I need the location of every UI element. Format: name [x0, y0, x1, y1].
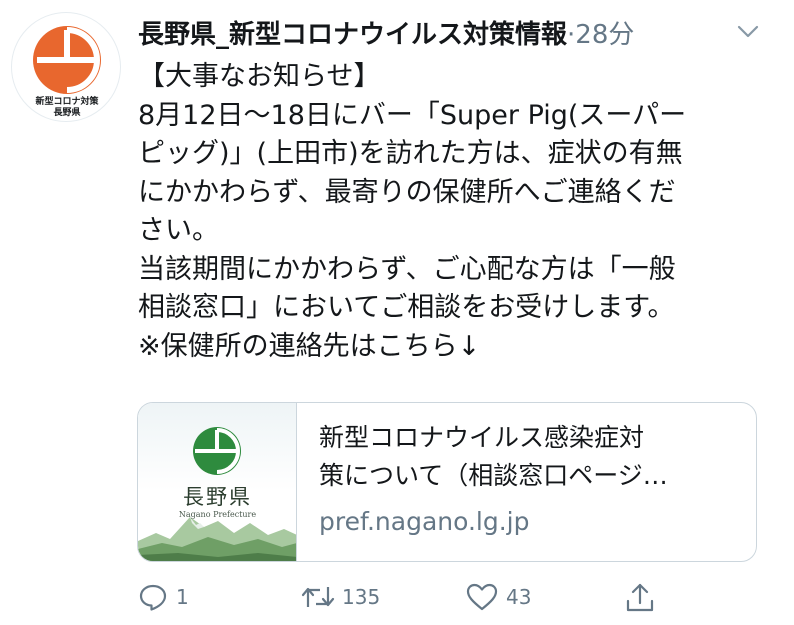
tweet-text-line: 【大事なお知らせ】 [138, 61, 381, 92]
like-button[interactable]: 43 [466, 580, 546, 616]
link-card-title-line: 策について（相談窓口ページ… [319, 461, 668, 490]
nagano-logo-icon [193, 427, 241, 475]
tweet-text-line: 相談窓口」においてご相談をお受けします。 [138, 292, 675, 323]
tweet-text-line: 8月12日〜18日にバー「Super Pig(スーパー [138, 99, 687, 131]
timestamp[interactable]: 28分 [575, 20, 634, 50]
retweet-icon [301, 587, 335, 607]
retweet-button[interactable]: 135 [300, 580, 400, 616]
author-name[interactable]: 長野県_新型コロナウイルス対策情報 [138, 20, 567, 50]
reply-button[interactable]: 1 [138, 580, 218, 616]
link-card-domain: pref.nagano.lg.jp [319, 507, 530, 536]
like-count: 43 [506, 585, 532, 609]
tweet-header: 長野県_新型コロナウイルス対策情報·28分 [138, 14, 634, 54]
avatar[interactable]: 新型コロナ対策 長野県 [11, 12, 121, 122]
link-card-title-line: 新型コロナウイルス感染症対 [319, 423, 645, 452]
share-button[interactable] [625, 580, 665, 616]
link-card[interactable]: 長野県 Nagano Prefecture 新型コロナウイルス感染症対 策につい… [137, 402, 757, 562]
avatar-caption: 新型コロナ対策 [35, 97, 99, 107]
thumbnail-subtitle: Nagano Prefecture [178, 510, 257, 519]
avatar-caption-prefecture: 長野県 [53, 108, 81, 118]
tweet-text-line: 当該期間にかかわらず、ご心配な方は「一般 [138, 253, 676, 285]
tweet-text-line: にかかわらず、最寄りの保健所へご連絡くだ [138, 176, 676, 208]
link-card-thumbnail: 長野県 Nagano Prefecture [138, 403, 297, 561]
tweet: 新型コロナ対策 長野県 長野県_新型コロナウイルス対策情報·28分 【大事なお知… [0, 0, 794, 625]
retweet-count: 135 [342, 585, 381, 609]
tweet-actions: 1 135 43 [138, 580, 758, 620]
chevron-down-icon[interactable] [736, 22, 760, 42]
tweet-text-line: さい。 [138, 215, 219, 246]
link-card-title: 新型コロナウイルス感染症対 策について（相談窓口ページ… [319, 419, 739, 495]
tweet-text: 【大事なお知らせ】 8月12日〜18日にバー「Super Pig(スーパー ピッ… [138, 58, 758, 366]
thumbnail-title: 長野県 [183, 485, 252, 509]
tweet-text-line: ピッグ)」(上田市)を訪れた方は、症状の有無 [138, 138, 683, 169]
prefecture-logo-icon [33, 26, 101, 94]
reply-icon [139, 584, 167, 611]
share-icon [626, 583, 654, 612]
reply-count: 1 [176, 585, 189, 609]
heart-icon [466, 583, 498, 611]
tweet-text-line: ※保健所の連絡先はこちら↓ [138, 330, 481, 362]
